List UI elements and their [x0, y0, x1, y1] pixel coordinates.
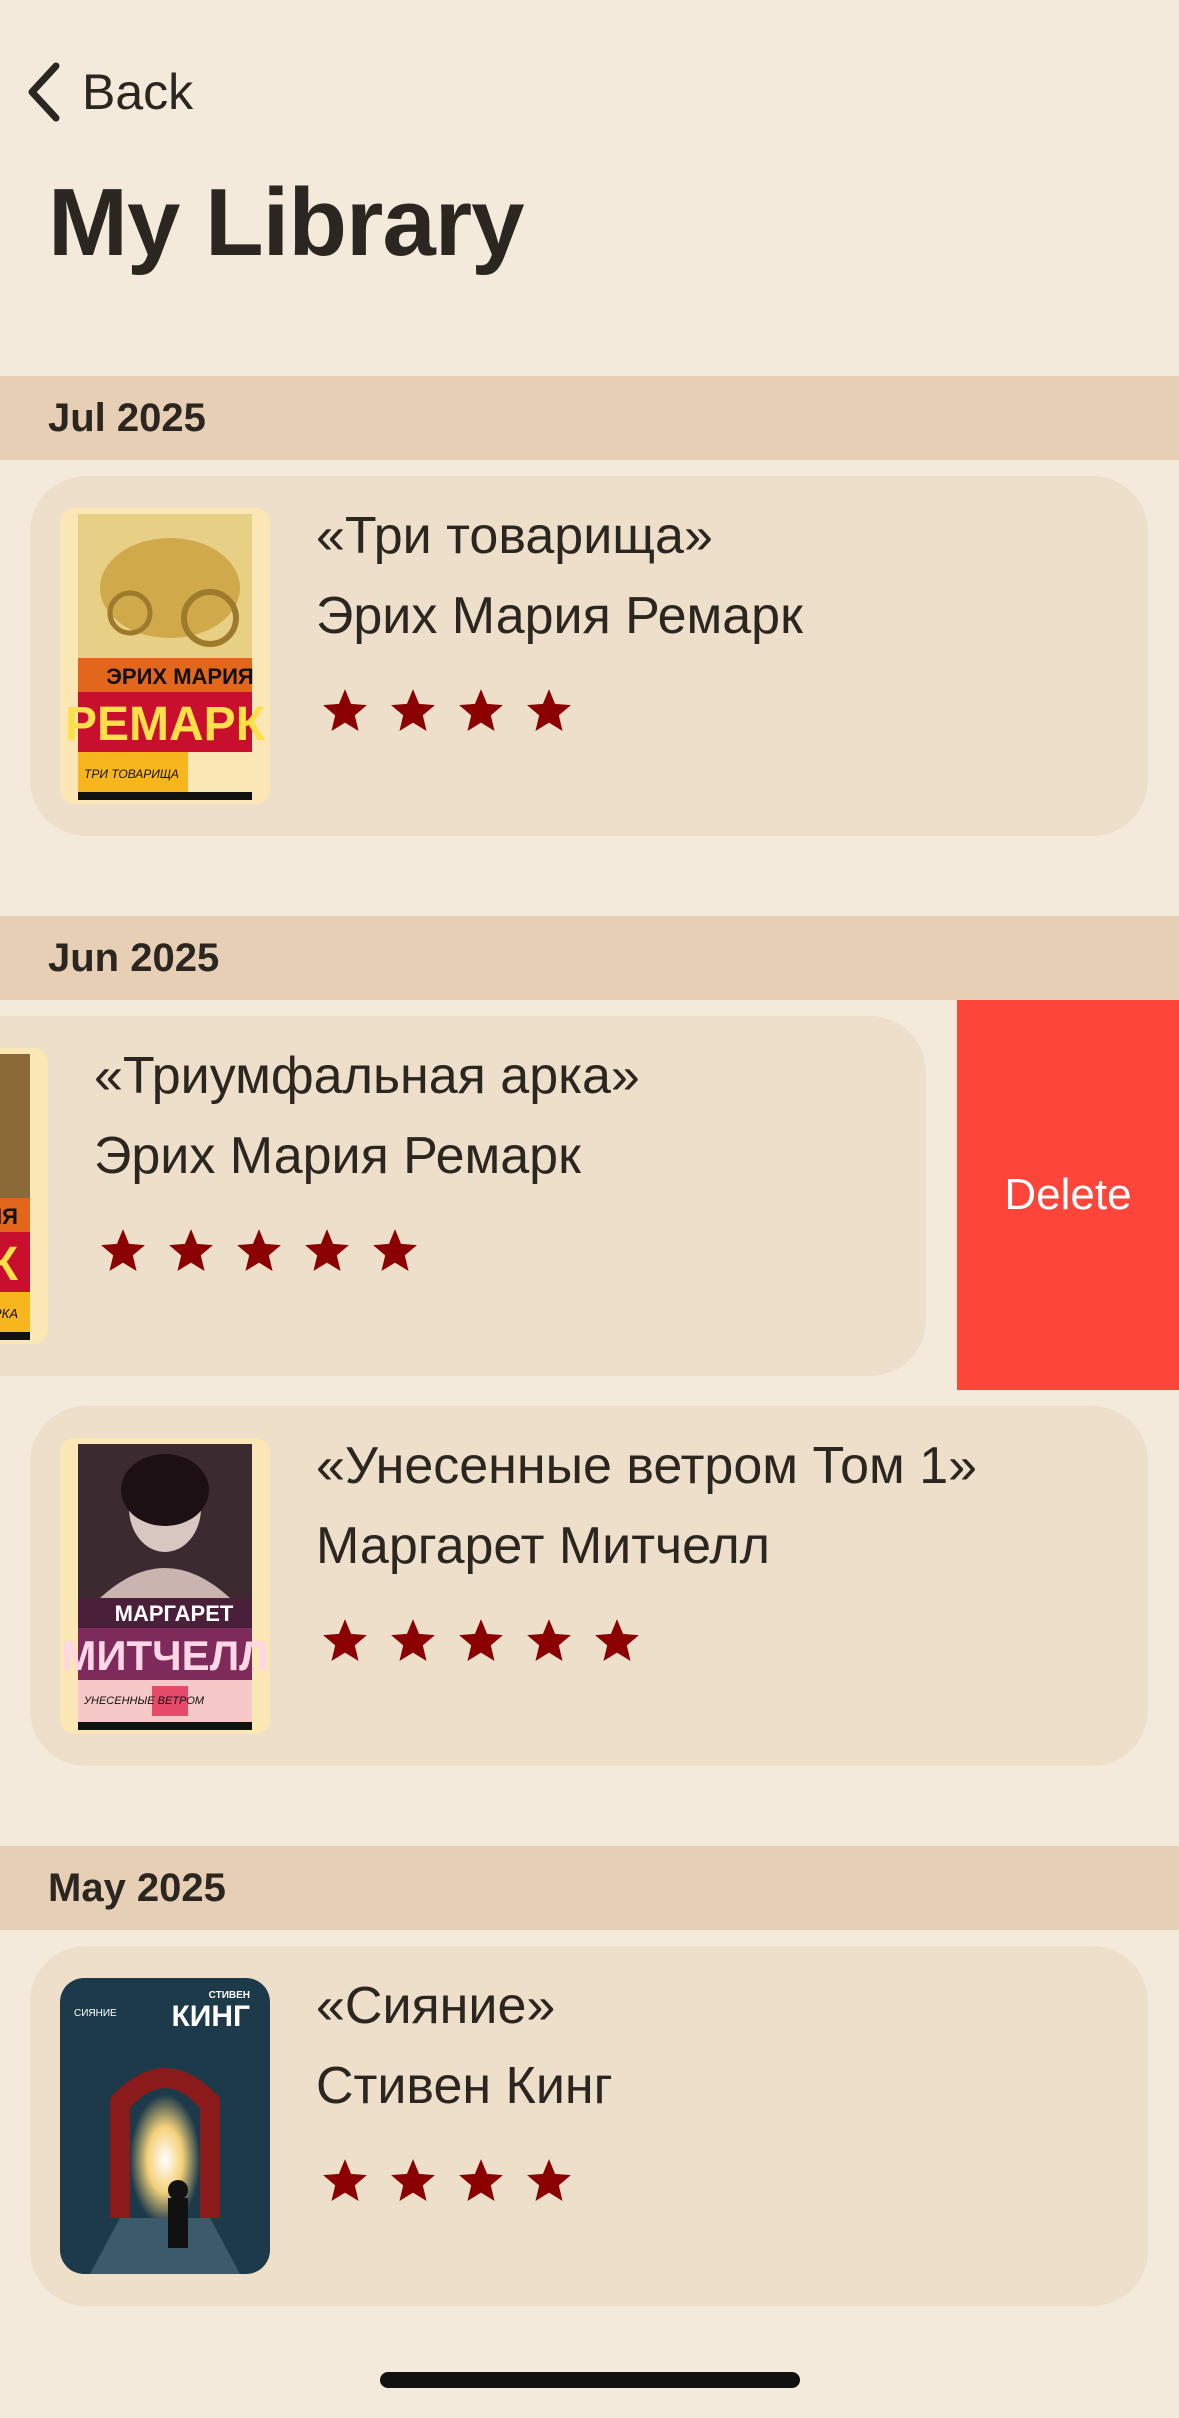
book-author: Стивен Кинг — [316, 2057, 613, 2115]
star-icon — [459, 1619, 503, 1661]
page-title: My Library — [48, 169, 524, 276]
delete-button[interactable]: Delete — [957, 1000, 1179, 1390]
star-icon — [527, 1619, 571, 1661]
star-icon — [527, 689, 571, 731]
book-card-siyanie[interactable]: СТИВЕН КИНГ СИЯНИЕ «Сияние» Стивен Кинг — [30, 1946, 1148, 2306]
cover-author-line1: РИЯ — [0, 1204, 18, 1229]
cover-author-line2: КИНГ — [171, 2000, 250, 2033]
book-author: Маргарет Митчелл — [316, 1517, 771, 1575]
section-header-may-2025: May 2025 — [0, 1846, 1179, 1930]
star-rating — [320, 2156, 574, 2206]
star-icon — [101, 1229, 145, 1271]
cover-title: ЛЬНАЯ АРКА — [0, 1306, 18, 1321]
cover-author-line1: ЭРИХ МАРИЯ — [106, 664, 253, 689]
star-icon — [391, 1619, 435, 1661]
section-header-jul-2025: Jul 2025 — [0, 376, 1179, 460]
star-icon — [237, 1229, 281, 1271]
star-icon — [595, 1619, 639, 1661]
book-title: «Три товарища» — [316, 507, 713, 565]
home-indicator[interactable] — [380, 2372, 800, 2388]
cover-title: ТРИ ТОВАРИЩА — [84, 767, 179, 781]
star-icon — [169, 1229, 213, 1271]
book-title: «Сияние» — [316, 1977, 556, 2035]
book-cover: СТИВЕН КИНГ СИЯНИЕ — [60, 1978, 270, 2274]
chevron-left-icon — [28, 62, 60, 122]
star-icon — [391, 689, 435, 731]
cover-author-line2: МИТЧЕЛЛ — [61, 1632, 268, 1679]
book-card-triumfalnaya-arka[interactable]: РИЯ К ЛЬНАЯ АРКА «Триумфальная арка» Эри… — [0, 1016, 926, 1376]
back-button[interactable]: Back — [24, 52, 193, 132]
star-icon — [459, 2159, 503, 2201]
star-icon — [323, 2159, 367, 2201]
book-cover: ЭРИХ МАРИЯ РЕМАРК ТРИ ТОВАРИЩА — [60, 508, 270, 804]
star-rating — [98, 1226, 420, 1276]
cover-author-line2: РЕМАРК — [65, 698, 266, 751]
library-screen: Back My Library Jul 2025 ЭРИХ МАРИЯ РЕМА… — [0, 0, 1179, 2418]
star-icon — [323, 689, 367, 731]
book-card-tri-tovarishcha[interactable]: ЭРИХ МАРИЯ РЕМАРК ТРИ ТОВАРИЩА «Три това… — [30, 476, 1148, 836]
star-rating — [320, 1616, 642, 1666]
book-title: «Триумфальная арка» — [94, 1047, 640, 1105]
star-icon — [305, 1229, 349, 1271]
cover-title: СИЯНИЕ — [74, 2008, 117, 2019]
cover-author-line2: К — [0, 1238, 19, 1291]
book-cover: МАРГАРЕТ МИТЧЕЛЛ УНЕСЕННЫЕ ВЕТРОМ — [60, 1438, 270, 1734]
book-author: Эрих Мария Ремарк — [316, 587, 803, 645]
book-author: Эрих Мария Ремарк — [94, 1127, 581, 1185]
star-rating — [320, 686, 574, 736]
star-icon — [527, 2159, 571, 2201]
back-label: Back — [82, 64, 194, 120]
star-icon — [459, 689, 503, 731]
book-title: «Унесенные ветром Том 1» — [316, 1437, 978, 1495]
cover-author-line1: МАРГАРЕТ — [115, 1601, 234, 1626]
star-icon — [323, 1619, 367, 1661]
book-cover: РИЯ К ЛЬНАЯ АРКА — [0, 1048, 48, 1344]
section-header-jun-2025: Jun 2025 — [0, 916, 1179, 1000]
star-icon — [373, 1229, 417, 1271]
cover-title: УНЕСЕННЫЕ ВЕТРОМ — [83, 1695, 205, 1707]
star-icon — [391, 2159, 435, 2201]
book-card-unesennye-vetrom[interactable]: МАРГАРЕТ МИТЧЕЛЛ УНЕСЕННЫЕ ВЕТРОМ «Унесе… — [30, 1406, 1148, 1766]
